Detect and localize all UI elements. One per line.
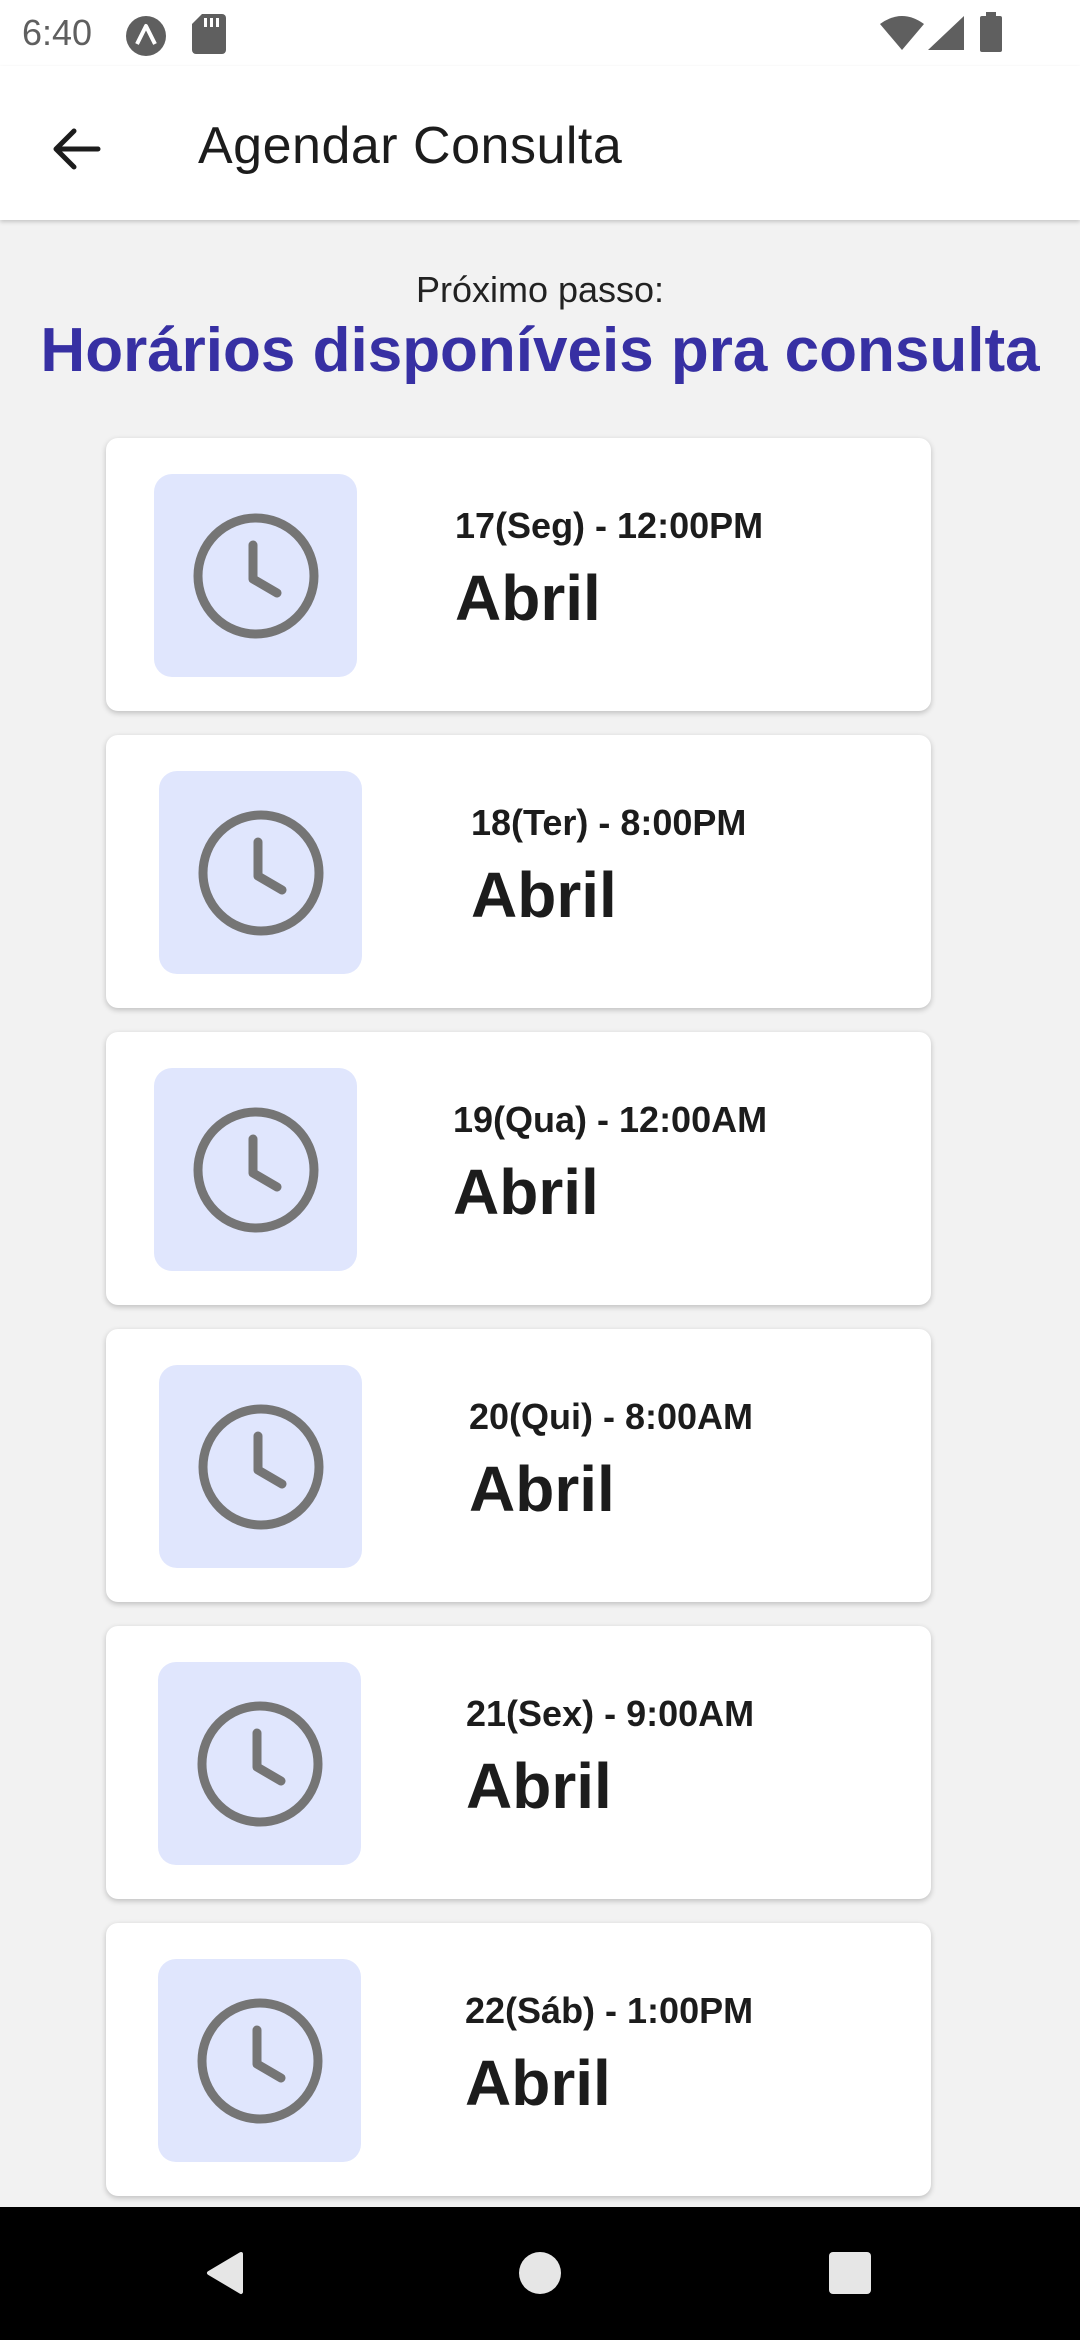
page-title: Agendar Consulta: [198, 117, 623, 175]
slot-icon-box: [158, 1662, 361, 1865]
slot-month: Abril: [455, 562, 601, 634]
slot-date: 20(Qui) - 8:00AM: [469, 1396, 754, 1437]
slot-date: 19(Qua) - 12:00AM: [453, 1099, 768, 1140]
clock-icon: [197, 1701, 322, 1826]
slot-card[interactable]: 20(Qui) - 8:00AM Abril: [106, 1329, 931, 1602]
clock-icon: [193, 1107, 318, 1232]
slot-text: 17(Seg) - 12:00PM Abril: [455, 504, 763, 636]
clock-icon: [197, 1998, 322, 2123]
slot-icon-box: [154, 474, 357, 677]
slot-month: Abril: [471, 859, 617, 931]
nav-home-button[interactable]: [504, 2237, 576, 2309]
slot-card[interactable]: 19(Qua) - 12:00AM Abril: [106, 1032, 931, 1305]
recents-square-icon: [829, 2252, 871, 2294]
slot-text: 19(Qua) - 12:00AM Abril: [453, 1098, 767, 1230]
slot-text: 20(Qui) - 8:00AM Abril: [469, 1395, 753, 1527]
slot-month: Abril: [466, 1750, 612, 1822]
slot-month: Abril: [469, 1453, 615, 1525]
step-label: Próximo passo:: [415, 269, 665, 310]
clock-icon: [193, 513, 318, 638]
home-circle-icon: [519, 2252, 561, 2294]
wifi-icon: [880, 16, 924, 55]
slot-date: 21(Sex) - 9:00AM: [466, 1693, 755, 1734]
clock-icon: [198, 810, 323, 935]
slot-text: 18(Ter) - 8:00PM Abril: [471, 801, 746, 933]
slot-card[interactable]: 21(Sex) - 9:00AM Abril: [106, 1626, 931, 1899]
navigation-bar: [0, 2207, 1080, 2340]
nav-back-button[interactable]: [190, 2237, 262, 2309]
step-title: Horários disponíveis pra consulta: [40, 316, 1040, 385]
status-bar: 6:40: [0, 0, 1080, 66]
slot-card[interactable]: 18(Ter) - 8:00PM Abril: [106, 735, 931, 1008]
battery-icon: [980, 12, 1002, 57]
back-button[interactable]: [36, 109, 116, 189]
nav-recents-button[interactable]: [814, 2237, 886, 2309]
slot-icon-box: [154, 1068, 357, 1271]
slot-card[interactable]: 17(Seg) - 12:00PM Abril: [106, 438, 931, 711]
slot-month: Abril: [465, 2047, 611, 2119]
slot-list: 17(Seg) - 12:00PM Abril 18(Ter) - 8:00PM…: [106, 438, 931, 2220]
slot-icon-box: [159, 771, 362, 974]
slot-date: 18(Ter) - 8:00PM: [471, 802, 747, 843]
arrow-back-icon: [53, 128, 101, 170]
back-triangle-icon: [207, 2252, 243, 2294]
status-time: 6:40: [22, 12, 93, 53]
cell-signal-icon: [928, 16, 964, 55]
notification-a-icon: [124, 14, 168, 63]
slot-text: 22(Sáb) - 1:00PM Abril: [465, 1989, 753, 2121]
slot-icon-box: [159, 1365, 362, 1568]
clock-icon: [198, 1404, 323, 1529]
slot-icon-box: [158, 1959, 361, 2162]
app-bar: Agendar Consulta: [0, 66, 1080, 220]
slot-date: 22(Sáb) - 1:00PM: [465, 1990, 754, 2031]
slot-text: 21(Sex) - 9:00AM Abril: [466, 1692, 754, 1824]
sd-card-icon: [192, 14, 226, 59]
slot-date: 17(Seg) - 12:00PM: [455, 505, 764, 546]
slot-month: Abril: [453, 1156, 599, 1228]
slot-card[interactable]: 22(Sáb) - 1:00PM Abril: [106, 1923, 931, 2196]
